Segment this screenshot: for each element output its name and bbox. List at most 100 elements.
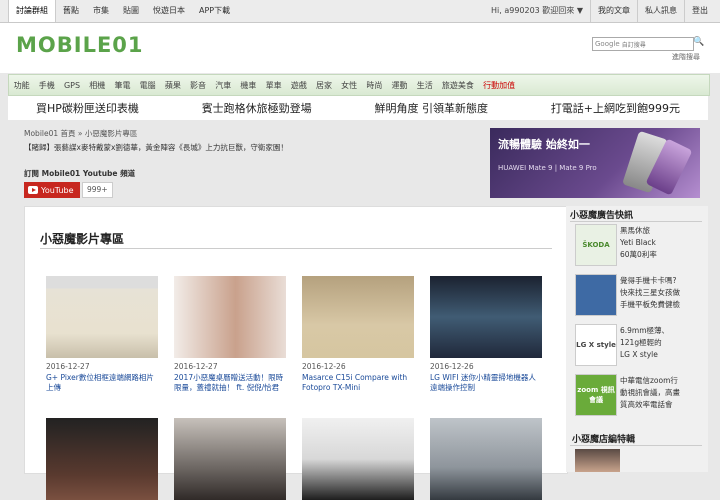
category-17[interactable]: 旅遊美食 — [437, 80, 478, 91]
category-0[interactable]: 功能 — [9, 80, 34, 91]
search-icon[interactable]: 🔍 — [693, 37, 705, 51]
ads-section-title: 小惡魔廣告快訊 — [570, 211, 634, 221]
category-13[interactable]: 女性 — [337, 80, 362, 91]
sidebar-ad-line: Yeti Black — [620, 238, 656, 247]
video-thumbnail[interactable] — [174, 276, 286, 358]
category-4[interactable]: 筆電 — [110, 80, 135, 91]
editors-section-title: 小惡魔店編特輯 — [572, 435, 636, 445]
greeting-menu[interactable]: Hi, a990203 歡迎回來 ▼ — [484, 0, 590, 22]
promo-link[interactable]: 鮮明角度 引領革新態度 — [346, 100, 516, 116]
title-divider — [40, 248, 552, 249]
category-11[interactable]: 遊戲 — [286, 80, 311, 91]
site-logo[interactable]: MOBILE01 — [16, 30, 144, 60]
category-bar: 功能 手機 GPS 相機 筆電 電腦 蘋果 影音 汽車 機車 單車 遊戲 居家 女性 時尚 運動 生活 旅遊美食行… — [8, 74, 710, 96]
sidebar-ad-line: LG X style — [620, 350, 658, 359]
youtube-label: YouTube — [41, 185, 74, 195]
promo-link[interactable]: 買HP碳粉匣送印表機 — [8, 100, 167, 116]
sidebar-ad-logo: LG X style — [576, 341, 616, 349]
video-thumbnail[interactable] — [302, 418, 414, 500]
category-2[interactable]: GPS — [59, 81, 84, 90]
google-label: Google — [595, 40, 620, 48]
sidebar-ad-line: 中華電信zoom行 — [620, 376, 678, 385]
video-thumbnail[interactable] — [430, 276, 542, 358]
logo-text: MOBILE01 — [16, 33, 144, 57]
search-placeholder: 自訂搜尋 — [621, 41, 646, 49]
video-thumbnail[interactable] — [430, 418, 542, 500]
editors-divider — [570, 445, 702, 446]
top-nav-my-posts[interactable]: 我的文章 — [590, 0, 637, 22]
category-9[interactable]: 機車 — [236, 80, 261, 91]
top-nav-left: 討論群組 舊點 市集 貼圖 悅遊日本 APP下載 — [8, 0, 237, 22]
sidebar-ad-line: 121g極輕的 — [620, 338, 662, 347]
top-nav-old[interactable]: 舊點 — [56, 0, 86, 22]
promo-bar: 買HP碳粉匣送印表機 賓士跑格休旅極勁登場 鮮明角度 引領革新態度 打電話+上網… — [8, 96, 708, 120]
video-thumbnail[interactable] — [46, 276, 158, 358]
banner-title: 流暢體驗 始終如一 — [498, 138, 590, 151]
promo-link[interactable]: 賓士跑格休旅極勁登場 — [174, 100, 340, 116]
video-title-link[interactable]: Masarce C15i Compare with Fotopro TX-Min… — [302, 373, 416, 393]
video-date: 2016-12-27 — [46, 362, 90, 371]
sidebar-ad-line: 質高效率電話會 — [620, 400, 673, 409]
top-nav-images[interactable]: 貼圖 — [116, 0, 146, 22]
video-title-link[interactable]: 2017小惡魔桌曆贈送活動！限時限量，蓋禮就抽！ ft. 倪倪/恰君 — [174, 373, 288, 393]
top-nav-app[interactable]: APP下載 — [192, 0, 237, 22]
subscriber-count: 999+ — [82, 182, 113, 198]
sidebar-ad-image[interactable]: LG X style — [575, 324, 617, 366]
category-8[interactable]: 汽車 — [211, 80, 236, 91]
sidebar-ad-text[interactable]: 黑馬休旅 Yeti Black 60萬0利率 — [620, 225, 710, 261]
category-14[interactable]: 時尚 — [362, 80, 387, 91]
sidebar-ad-line: 動視訊會議，高畫 — [620, 388, 680, 397]
sidebar-ad-line: 手機平板免費健檢 — [620, 300, 680, 309]
youtube-subscribe-button[interactable]: YouTube — [24, 182, 80, 198]
top-nav-japan[interactable]: 悅遊日本 — [146, 0, 192, 22]
sidebar-ad-line: 黑馬休旅 — [620, 226, 650, 235]
video-title-link[interactable]: LG WIFI 迷你小精靈掃地機器人 遠端操作控制 — [430, 373, 544, 393]
sidebar-ad-line: 覺得手機卡卡嗎? — [620, 276, 677, 285]
category-5[interactable]: 電腦 — [135, 80, 160, 91]
top-nav-logout[interactable]: 登出 — [684, 0, 715, 22]
sidebar-ad-text[interactable]: 中華電信zoom行 動視訊會議，高畫 質高效率電話會 — [620, 375, 710, 411]
huawei-banner-ad[interactable]: 流暢體驗 始終如一 HUAWEI Mate 9 | Mate 9 Pro — [490, 128, 700, 198]
sidebar-ad-line: 快來找三星女孩做 — [620, 288, 680, 297]
sidebar-ad-logo: ŠKODA — [582, 241, 610, 249]
sidebar-ad-logo: zoom 視訊會議 — [577, 386, 615, 404]
top-nav-right: Hi, a990203 歡迎回來 ▼ 我的文章 私人訊息 登出 — [484, 0, 715, 22]
top-bar: 討論群組 舊點 市集 貼圖 悅遊日本 APP下載 Hi, a990203 歡迎回… — [0, 0, 720, 23]
page-title: 小惡魔影片專區 — [40, 232, 125, 246]
banner-subtitle: HUAWEI Mate 9 | Mate 9 Pro — [498, 164, 597, 172]
category-1[interactable]: 手機 — [34, 80, 59, 91]
headline-link[interactable]: 【賭歸】張藝謀x麥特戴蒙x劉德華，黃金陣容《長城》上力抗巨獸，守衛家園！ — [24, 142, 288, 153]
editor-thumbnail[interactable] — [575, 449, 620, 472]
ads-divider — [570, 221, 702, 222]
sidebar-ad-line: 60萬0利率 — [620, 250, 657, 259]
category-3[interactable]: 相機 — [85, 80, 110, 91]
subscribe-label: 訂閱 Mobile01 Youtube 頻道 — [24, 169, 136, 178]
top-nav-forum[interactable]: 討論群組 — [8, 0, 56, 22]
category-18[interactable]: 行動加值 — [478, 80, 519, 91]
advanced-search-link[interactable]: 進階搜尋 — [672, 52, 700, 62]
sidebar-ad-text[interactable]: 覺得手機卡卡嗎? 快來找三星女孩做 手機平板免費健檢 — [620, 275, 710, 311]
video-thumbnail[interactable] — [174, 418, 286, 500]
category-7[interactable]: 影音 — [185, 80, 210, 91]
sidebar-ad-image[interactable]: zoom 視訊會議 — [575, 374, 617, 416]
video-date: 2016-12-27 — [174, 362, 218, 371]
breadcrumb[interactable]: Mobile01 首頁 » 小惡魔影片專區 — [24, 128, 137, 139]
video-title-link[interactable]: G+ Pixer數位相框遠端網路相片上傳 — [46, 373, 160, 393]
promo-link[interactable]: 打電話+上網吃到飽999元 — [523, 100, 708, 116]
search-input[interactable]: Google 自訂搜尋 — [592, 37, 694, 51]
category-15[interactable]: 運動 — [387, 80, 412, 91]
video-thumbnail[interactable] — [302, 276, 414, 358]
sidebar-ad-text[interactable]: 6.9mm極薄、 121g極輕的 LG X style — [620, 325, 710, 361]
category-10[interactable]: 單車 — [261, 80, 286, 91]
sidebar-ad-image[interactable] — [575, 274, 617, 316]
category-12[interactable]: 居家 — [311, 80, 336, 91]
category-16[interactable]: 生活 — [412, 80, 437, 91]
video-date: 2016-12-26 — [430, 362, 474, 371]
video-thumbnail[interactable] — [46, 418, 158, 500]
video-date: 2016-12-26 — [302, 362, 346, 371]
sidebar-ad-image[interactable]: ŠKODA — [575, 224, 617, 266]
category-6[interactable]: 蘋果 — [160, 80, 185, 91]
top-nav-messages[interactable]: 私人訊息 — [637, 0, 684, 22]
top-nav-market[interactable]: 市集 — [86, 0, 116, 22]
youtube-icon — [28, 186, 38, 194]
